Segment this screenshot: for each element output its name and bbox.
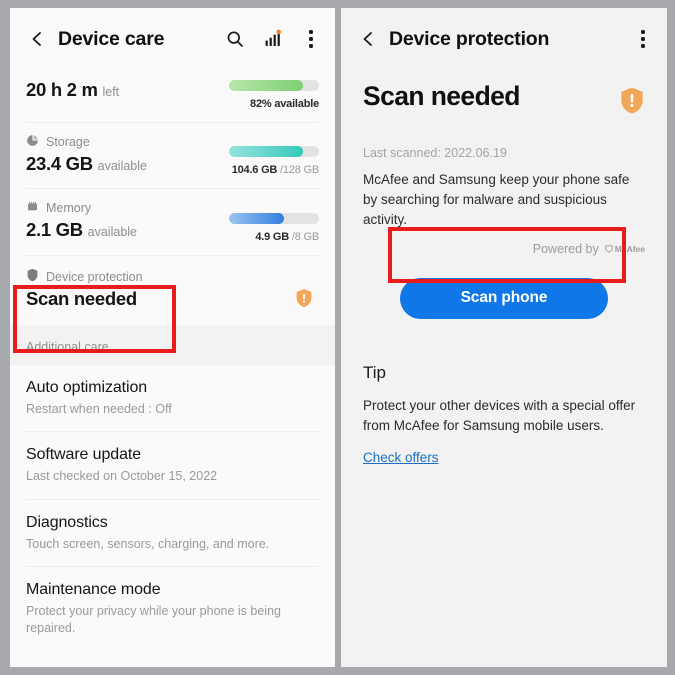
storage-total: /128 GB [280,164,319,177]
list-item-title: Maintenance mode [26,580,161,598]
device-care-screen: Device care 20 h 2 m left 82% available … [10,8,335,667]
device-protection-row[interactable]: Device protection Scan needed [10,255,335,326]
back-chevron-icon[interactable] [355,26,381,52]
storage-progress-bar [229,146,319,158]
list-item-subtitle: Restart when needed : Off [26,402,172,417]
list-item[interactable]: Auto optimization Restart when needed : … [10,365,335,432]
additional-care-header: Additional care [10,325,335,366]
powered-by-row: Powered by McAfee [363,242,645,256]
bar-chart-icon [265,29,281,46]
shield-warning-icon [295,288,313,313]
scan-phone-button[interactable]: Scan phone [400,277,608,319]
status-card: 20 h 2 m left 82% available Storage 23.4… [10,70,335,326]
mcafee-logo: McAfee [605,244,645,254]
appbar-actions [223,27,323,51]
scan-button-container: Scan phone [363,277,645,319]
memory-amount: 2.1 GB [26,219,83,241]
memory-total: /8 GB [291,230,319,243]
battery-value-suffix: left [102,85,120,99]
memory-progress-bar [229,212,319,224]
additional-care-list: Auto optimization Restart when needed : … [10,365,335,651]
page-title: Device protection [389,27,550,50]
search-button[interactable] [223,27,247,51]
page-title: Device care [58,27,165,50]
protection-description: McAfee and Samsung keep your phone safe … [363,172,630,227]
tip-heading: Tip [363,362,386,382]
storage-amount: 23.4 GB [26,153,93,174]
battery-caption: 82% available [250,98,319,110]
battery-progress-bar [229,80,319,91]
kebab-dot-2 [641,37,645,41]
storage-metric-row[interactable]: Storage 23.4 GB available 104.6 GB /128 … [10,123,335,188]
list-item-title: Auto optimization [26,379,148,397]
scan-status-hero: Scan needed [363,70,645,120]
memory-metric-row[interactable]: Memory 2.1 GB available 4.9 GB /8 GB [10,189,335,254]
kebab-dot-2 [309,37,313,41]
list-item[interactable]: Maintenance mode Protect your privacy wh… [10,566,335,651]
device-protection-appbar: Device protection [341,8,667,70]
storage-caption: 104.6 GB /128 GB [227,164,320,177]
kebab-menu-icon [641,30,645,34]
powered-by-label: Powered by [532,241,599,256]
battery-metric-right: 82% available [227,80,319,110]
appbar-actions [631,27,655,51]
memory-caption: 4.9 GB /8 GB [227,231,319,243]
device-care-appbar: Device care [10,8,335,70]
tip-body-text: Protect your other devices with a specia… [363,397,636,434]
list-item-subtitle: Last checked on October 15, 2022 [26,469,218,484]
list-item-title: Software update [26,446,142,464]
mcafee-brand-text: McAfee [614,243,645,254]
device-protection-body: Scan needed Last scanned: 2022.06.19 McA… [341,70,667,667]
list-item-title: Diagnostics [26,513,108,531]
battery-time: 20 h 2 m [26,79,98,100]
shield-warning-icon [619,86,645,120]
scan-status-title: Scan needed [363,81,520,111]
check-offers-link[interactable]: Check offers [363,450,439,465]
shield-icon [26,268,39,285]
kebab-menu-icon [309,30,313,34]
more-options-button[interactable] [631,27,655,51]
list-item-subtitle: Protect your privacy while your phone is… [26,603,281,636]
kebab-dot-3 [309,44,313,48]
last-scanned-text: Last scanned: 2022.06.19 [363,146,507,160]
list-item[interactable]: Software update Last checked on October … [10,432,335,499]
storage-pie-icon [26,134,39,150]
storage-value-suffix: available [97,159,147,173]
storage-metric-right: 104.6 GB /128 GB [227,146,319,176]
memory-metric-right: 4.9 GB /8 GB [227,212,319,243]
kebab-dot-3 [641,44,645,48]
memory-label: Memory [46,201,92,216]
memory-value-suffix: available [87,225,137,240]
frame-right-border [667,0,675,675]
storage-used: 104.6 GB [231,164,278,177]
search-icon [227,31,243,47]
back-chevron-icon[interactable] [24,26,50,52]
frame-left-border [0,0,10,675]
memory-used: 4.9 GB [255,230,290,243]
device-protection-status: Scan needed [26,287,137,309]
battery-metric-row[interactable]: 20 h 2 m left 82% available [10,70,335,122]
list-item-subtitle: Touch screen, sensors, charging, and mor… [26,536,270,551]
storage-label: Storage [46,135,90,149]
more-options-button[interactable] [299,27,323,51]
usage-chart-button[interactable] [261,27,285,51]
device-protection-label: Device protection [46,269,143,284]
device-protection-label-group: Device protection [26,268,319,286]
device-protection-screen: Device protection Scan needed Last scann… [341,8,667,667]
list-item[interactable]: Diagnostics Touch screen, sensors, charg… [10,499,335,566]
memory-chip-icon [26,200,39,216]
